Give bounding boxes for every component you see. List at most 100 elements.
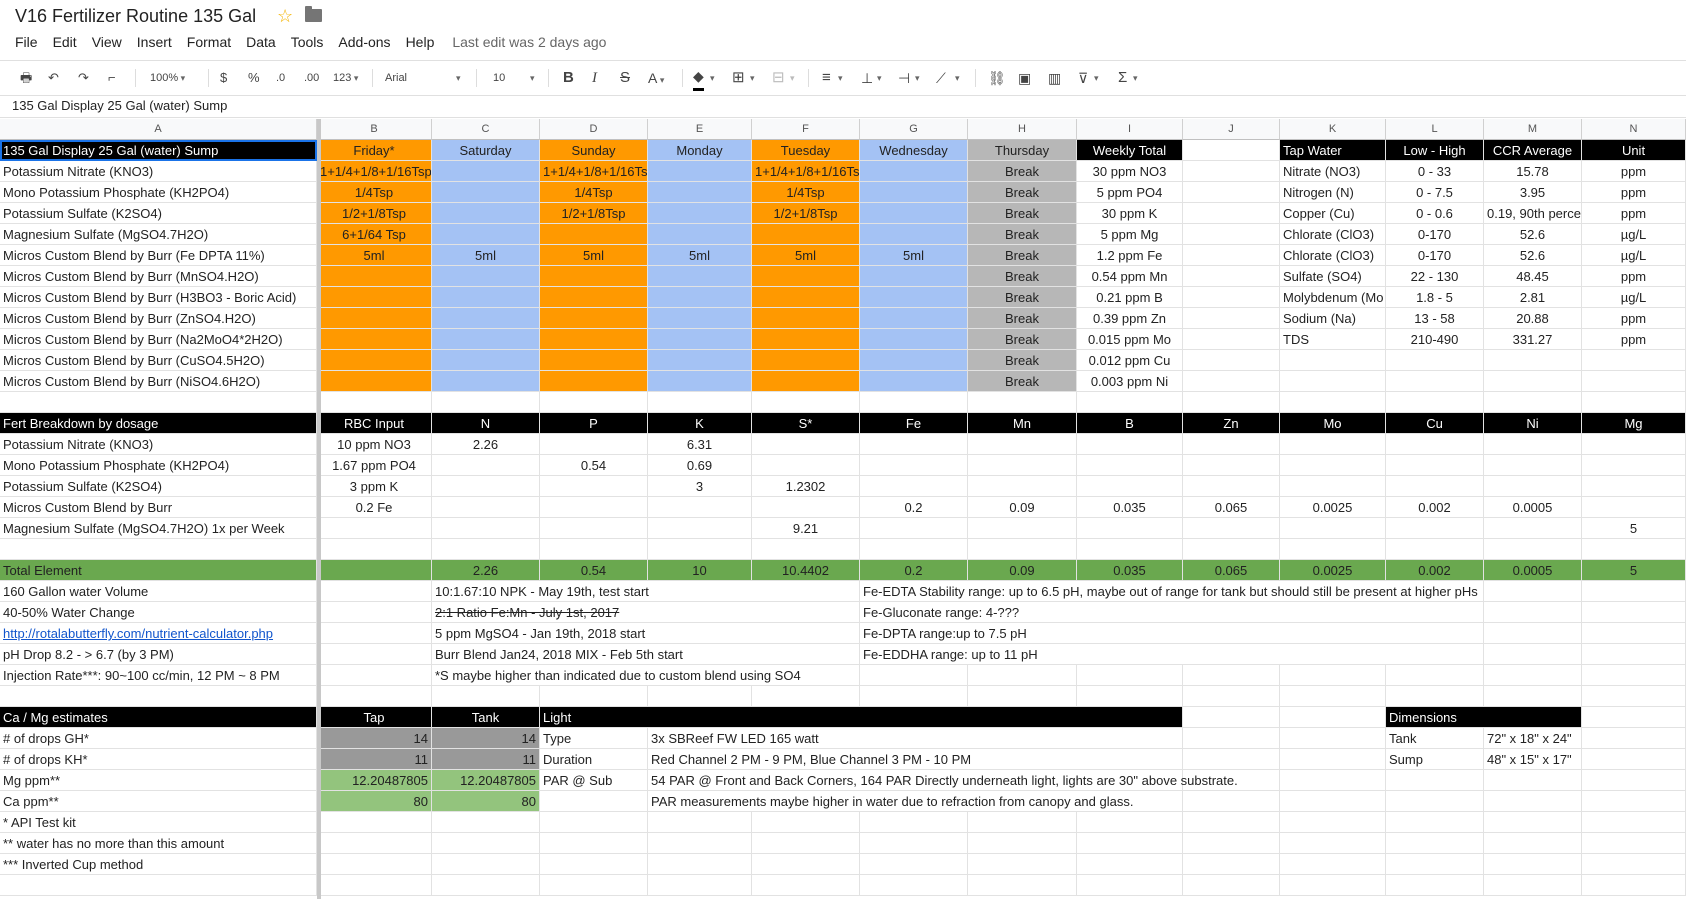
cell[interactable]: Break: [968, 329, 1077, 350]
cell[interactable]: Break: [968, 371, 1077, 392]
cell[interactable]: [540, 266, 648, 287]
cell[interactable]: [1183, 686, 1280, 707]
cell[interactable]: 0 - 7.5: [1386, 182, 1484, 203]
column-header-f[interactable]: F: [752, 119, 860, 140]
cell[interactable]: [1280, 371, 1386, 392]
cell[interactable]: ppm: [1582, 308, 1686, 329]
cell[interactable]: [648, 833, 752, 854]
cell[interactable]: Break: [968, 287, 1077, 308]
cell[interactable]: [1484, 812, 1582, 833]
cell[interactable]: µg/L: [1582, 224, 1686, 245]
cell[interactable]: [648, 371, 752, 392]
cell[interactable]: 2.26: [432, 560, 540, 581]
menu-view[interactable]: View: [92, 34, 122, 50]
cell[interactable]: [1280, 728, 1386, 749]
cell[interactable]: Wednesday: [860, 140, 968, 161]
cell[interactable]: 1/4Tsp: [752, 182, 860, 203]
cell[interactable]: [432, 371, 540, 392]
menu-help[interactable]: Help: [406, 34, 435, 50]
cell[interactable]: [1582, 350, 1686, 371]
cell[interactable]: 1/4Tsp: [317, 182, 432, 203]
cell[interactable]: [1077, 392, 1183, 413]
cell[interactable]: [1183, 287, 1280, 308]
cell[interactable]: 0.035: [1077, 560, 1183, 581]
print-icon[interactable]: 🖶: [20, 68, 32, 88]
cell[interactable]: [1582, 476, 1686, 497]
more-formats-select[interactable]: 123: [333, 68, 358, 88]
cell[interactable]: [648, 497, 752, 518]
cell[interactable]: [860, 686, 968, 707]
cell[interactable]: [0, 686, 317, 707]
cell[interactable]: [0, 539, 317, 560]
cell[interactable]: [1582, 770, 1686, 791]
cell[interactable]: [860, 854, 968, 875]
cell[interactable]: *S maybe higher than indicated due to cu…: [432, 665, 860, 686]
cell[interactable]: Break: [968, 308, 1077, 329]
cell[interactable]: [317, 875, 432, 896]
cell[interactable]: [1582, 392, 1686, 413]
cell[interactable]: Type: [540, 728, 648, 749]
cell[interactable]: Fe-DPTA range:up to 7.5 pH: [860, 623, 1484, 644]
cell[interactable]: [1386, 371, 1484, 392]
cell[interactable]: [968, 434, 1077, 455]
cell[interactable]: [1484, 644, 1582, 665]
cell[interactable]: [317, 602, 432, 623]
menu-tools[interactable]: Tools: [291, 34, 324, 50]
cell[interactable]: [1183, 203, 1280, 224]
cell[interactable]: [1280, 686, 1386, 707]
cell[interactable]: [1386, 539, 1484, 560]
increase-decimal-button[interactable]: .00: [304, 68, 319, 88]
cell[interactable]: [1484, 434, 1582, 455]
cell[interactable]: Monday: [648, 140, 752, 161]
cell[interactable]: 1/2+1/8Tsp: [540, 203, 648, 224]
cell[interactable]: [317, 560, 432, 581]
cell[interactable]: Cu: [1386, 413, 1484, 434]
cell[interactable]: [648, 875, 752, 896]
cell[interactable]: Mg ppm**: [0, 770, 317, 791]
cell[interactable]: 0.39 ppm Zn: [1077, 308, 1183, 329]
cell[interactable]: [752, 539, 860, 560]
cell[interactable]: 1/4Tsp: [540, 182, 648, 203]
cell[interactable]: [317, 812, 432, 833]
currency-button[interactable]: $: [220, 68, 227, 88]
cell[interactable]: 80: [317, 791, 432, 812]
cell[interactable]: [1386, 833, 1484, 854]
column-header-m[interactable]: M: [1484, 119, 1582, 140]
cell[interactable]: [1183, 350, 1280, 371]
menu-edit[interactable]: Edit: [53, 34, 77, 50]
cell[interactable]: K: [648, 413, 752, 434]
cell[interactable]: N: [432, 413, 540, 434]
cell[interactable]: [1280, 665, 1386, 686]
cell[interactable]: TDS: [1280, 329, 1386, 350]
cell[interactable]: 0-170: [1386, 224, 1484, 245]
folder-icon[interactable]: [305, 6, 322, 22]
cell[interactable]: [1582, 854, 1686, 875]
cell[interactable]: 48" x 15" x 17": [1484, 749, 1582, 770]
cell[interactable]: [1183, 329, 1280, 350]
cell[interactable]: Break: [968, 203, 1077, 224]
cell[interactable]: [1183, 791, 1280, 812]
percent-button[interactable]: %: [248, 68, 260, 88]
cell[interactable]: [1484, 476, 1582, 497]
cell[interactable]: [648, 392, 752, 413]
cell[interactable]: 0.54: [540, 455, 648, 476]
cell[interactable]: [1183, 455, 1280, 476]
cell[interactable]: [1484, 623, 1582, 644]
vertical-align-icon[interactable]: ⊥: [861, 68, 873, 88]
menu-addons[interactable]: Add-ons: [338, 34, 390, 50]
cell[interactable]: [968, 812, 1077, 833]
cell[interactable]: [1484, 833, 1582, 854]
cell[interactable]: [1077, 665, 1183, 686]
cell[interactable]: [432, 875, 540, 896]
cell[interactable]: [1183, 434, 1280, 455]
cell[interactable]: [1280, 833, 1386, 854]
cell[interactable]: [860, 455, 968, 476]
cell[interactable]: [648, 266, 752, 287]
cell[interactable]: [1183, 707, 1280, 728]
cell[interactable]: [1280, 812, 1386, 833]
cell[interactable]: Thursday: [968, 140, 1077, 161]
cell[interactable]: [317, 854, 432, 875]
cell[interactable]: [752, 497, 860, 518]
cell[interactable]: # of drops KH*: [0, 749, 317, 770]
cell[interactable]: [432, 203, 540, 224]
